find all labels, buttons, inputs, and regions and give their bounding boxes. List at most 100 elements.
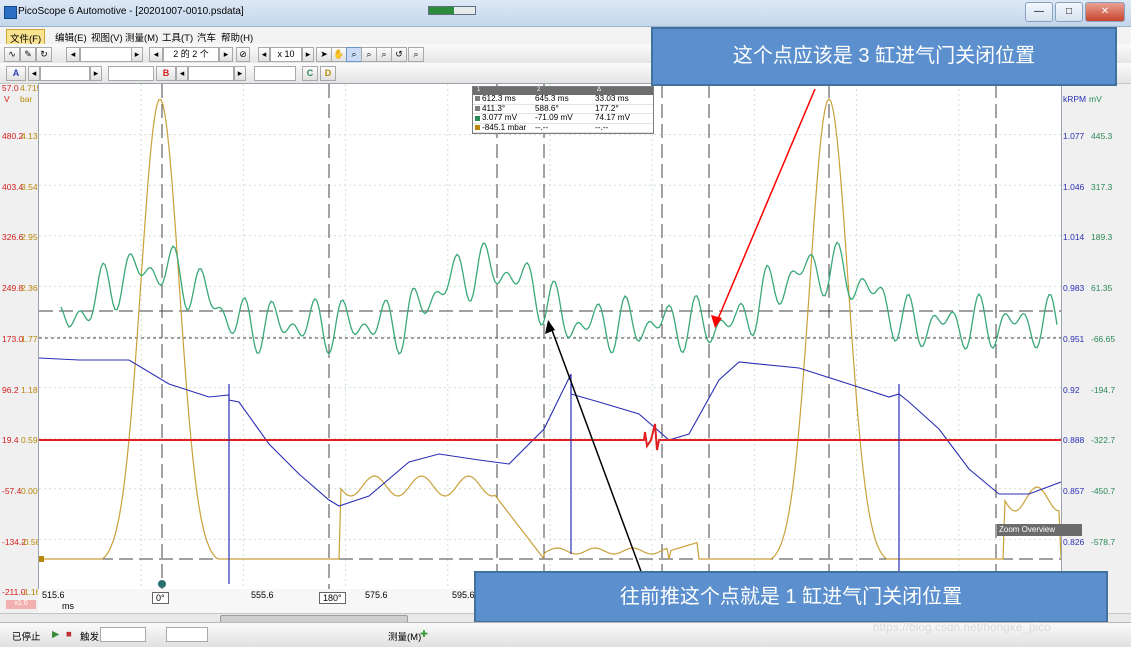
zoom-area-icon[interactable]: ⌕ — [361, 47, 377, 62]
annotation-arrow-red — [714, 88, 816, 327]
waveform-svg[interactable] — [38, 84, 1062, 590]
right-tick-mv: 445.3 — [1091, 131, 1113, 141]
channel-b-prev[interactable]: ◂ — [176, 66, 188, 81]
watermark: https://blog.csdn.net/hongke_pico — [873, 622, 1051, 634]
right-tick-mv: 189.3 — [1091, 232, 1113, 243]
channel-a-prev[interactable]: ◂ — [28, 66, 40, 81]
annotation-top: 这个点应该是 3 缸进气门关闭位置 — [651, 27, 1117, 86]
zoom-prev-button[interactable]: ◂ — [258, 47, 270, 62]
channel-b-range[interactable] — [188, 66, 234, 81]
measurement-value: -845.1 mbar — [482, 123, 527, 132]
trigger-label: 触发 — [80, 632, 100, 643]
right-tick-krpm: 1.077 — [1063, 131, 1085, 141]
annotation-arrow-black — [548, 321, 643, 575]
zoom-overview-title: Zoom Overview — [999, 525, 1056, 534]
add-measurement-icon[interactable]: ✚ — [420, 629, 428, 640]
measurement-value: 411.3° — [482, 104, 506, 113]
measurement-cell: 612.3 ms — [473, 95, 533, 104]
status-stopped: 已停止 — [12, 632, 41, 643]
rotation-marker-dot[interactable] — [158, 580, 166, 588]
right-tick-krpm: 0.983 — [1063, 283, 1085, 294]
row-color-swatch — [475, 96, 480, 102]
channel-c-button[interactable]: C — [302, 66, 318, 81]
prev-arrow-button[interactable]: ◂ — [66, 47, 80, 62]
page-prev-button[interactable]: ◂ — [149, 47, 163, 62]
minimize-button[interactable]: — — [1025, 2, 1053, 22]
measurement-row: -845.1 mbar --.-- --.-- — [473, 124, 653, 134]
refresh-icon[interactable]: ↻ — [36, 47, 52, 62]
left-tick-bar: 4.13 — [21, 131, 38, 141]
progress-bar — [428, 6, 476, 15]
hand-icon[interactable]: ✋ — [331, 47, 347, 62]
rotation-label-0[interactable]: 0° — [152, 592, 169, 604]
stop-icon[interactable]: ■ — [66, 629, 72, 640]
time-tick-4: 595.6 — [452, 590, 475, 600]
right-tick-mv: 61.35 — [1091, 283, 1113, 294]
trigger-mode-select[interactable] — [100, 627, 146, 642]
maximize-button[interactable]: □ — [1055, 2, 1083, 22]
zoom-in-icon[interactable]: ⌕ — [346, 47, 362, 62]
measurement-value: 612.3 ms — [482, 95, 516, 103]
zoom-next-button[interactable]: ▸ — [302, 47, 314, 62]
time-units: ms — [62, 601, 74, 611]
left-tick-v: 19.4 — [2, 435, 19, 446]
channel-b-button[interactable]: B — [156, 66, 176, 81]
measurement-cell: --.-- — [595, 123, 609, 132]
trigger-channel-select[interactable] — [166, 627, 208, 642]
page-next-button[interactable]: ▸ — [219, 47, 233, 62]
measurement-cell: -845.1 mbar — [473, 124, 533, 133]
compass-icon[interactable]: ⊘ — [236, 47, 250, 62]
right-tick-mv: -450.7 — [1091, 485, 1116, 496]
measure-button[interactable]: 测量(M) — [388, 629, 421, 643]
channel-a-next[interactable]: ▸ — [90, 66, 102, 81]
right-axis: kRPM mV 1.077 445.3 1.046 317.3 1.014 189.3 0.… — [1061, 83, 1131, 593]
left-axis-top-v: 57.0 — [2, 83, 19, 93]
measurement-value: 3.077 mV — [482, 114, 518, 123]
channel-b-coupling[interactable] — [254, 66, 296, 81]
menu-tools[interactable]: 工具(T) — [159, 29, 196, 45]
right-tick-mv: -322.7 — [1091, 435, 1116, 446]
measurement-table-header: 1 2 Δ — [473, 87, 653, 95]
menu-help[interactable]: 帮助(H) — [218, 29, 256, 45]
menu-auto[interactable]: 汽车 — [194, 29, 219, 45]
wave-icon[interactable]: ∿ — [4, 47, 20, 62]
channel-a-button[interactable]: A — [6, 66, 26, 81]
channel-d-button[interactable]: D — [320, 66, 336, 81]
next-arrow-button[interactable]: ▸ — [131, 47, 143, 62]
menu-view[interactable]: 视图(V) — [88, 29, 126, 45]
menu-measure[interactable]: 测量(M) — [122, 29, 161, 45]
measurement-cell: 33.03 ms — [595, 95, 629, 103]
zoom-select[interactable]: x 10 — [270, 47, 302, 62]
progress-fill — [429, 7, 455, 14]
close-button[interactable]: ✕ — [1085, 2, 1125, 22]
row-color-swatch — [475, 125, 480, 131]
rotation-label-180[interactable]: 180° — [319, 592, 346, 604]
zoom-fit-icon[interactable]: ⌕ — [408, 47, 424, 62]
undo-zoom-icon[interactable]: ↺ — [391, 47, 407, 62]
right-tick-mv: -66.65 — [1091, 333, 1116, 344]
measurement-table[interactable]: 1 2 Δ 612.3 ms 645.3 ms 33.03 ms 411.3° … — [472, 86, 654, 135]
left-tick-v: 96.2 — [2, 384, 19, 395]
row-color-swatch — [475, 105, 480, 111]
measurement-row: 612.3 ms 645.3 ms 33.03 ms — [473, 95, 653, 105]
pointer-icon[interactable]: ➤ — [316, 47, 332, 62]
right-axis-units-krpm: kRPM — [1063, 94, 1087, 104]
grid — [39, 84, 1061, 590]
buffer-select[interactable] — [80, 47, 132, 62]
right-tick-krpm: 0.857 — [1063, 485, 1085, 496]
scope-plot[interactable] — [38, 83, 1062, 591]
channel-d-offset-marker[interactable] — [38, 556, 44, 562]
run-icon[interactable]: ▶ — [52, 629, 59, 640]
channel-a-range[interactable] — [40, 66, 90, 81]
channel-b-next[interactable]: ▸ — [234, 66, 246, 81]
menu-edit[interactable]: 编辑(E) — [52, 29, 90, 45]
zoom-overview-panel[interactable]: Zoom Overview — [997, 524, 1082, 536]
measurement-cell: 177.2° — [595, 104, 619, 113]
channel-a-coupling[interactable] — [108, 66, 154, 81]
zoom-out-icon[interactable]: ⌕ — [376, 47, 392, 62]
left-axis: 57.0 4.719 V bar 480.2 4.13 403.4 3.541 326.… — [0, 83, 45, 597]
right-tick-krpm: 0.92 — [1063, 384, 1080, 395]
pencil-icon[interactable]: ✎ — [20, 47, 36, 62]
measurement-row: 3.077 mV -71.09 mV 74.17 mV — [473, 114, 653, 124]
right-tick-krpm: 1.014 — [1063, 232, 1085, 243]
